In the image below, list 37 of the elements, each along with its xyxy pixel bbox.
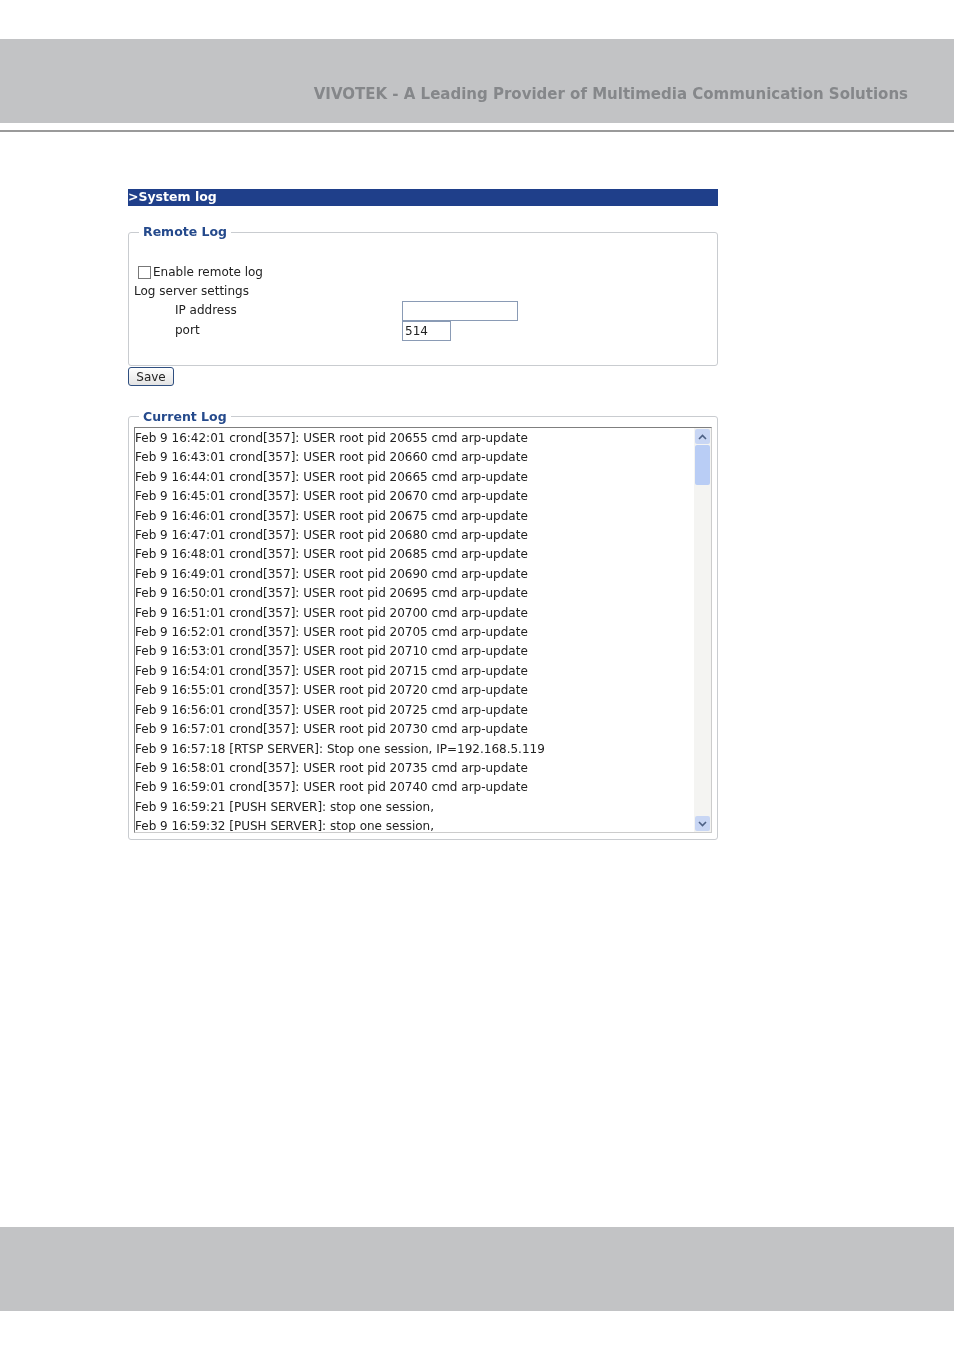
- log-line: Feb 9 16:54:01 crond[357]: USER root pid 20715 cmd arp-update: [135, 662, 528, 680]
- text-field[interactable]: [402, 301, 518, 321]
- checkbox-label: Enable remote log: [153, 264, 263, 281]
- log-line: Feb 9 16:47:01 crond[357]: USER root pid 20680 cmd arp-update: [135, 527, 528, 545]
- field-label: port: [175, 322, 201, 339]
- group-legend: Current Log: [139, 409, 231, 425]
- log-line: Feb 9 16:42:01 crond[357]: USER root pid 20655 cmd arp-update: [135, 430, 528, 447]
- log-line: Feb 9 16:53:01 crond[357]: USER root pid 20710 cmd arp-update: [135, 643, 528, 661]
- log-line: Feb 9 16:50:01 crond[357]: USER root pid 20695 cmd arp-update: [135, 585, 528, 603]
- scroll-up-icon[interactable]: [695, 429, 710, 444]
- log-line: Feb 9 16:59:21 [PUSH SERVER]: stop one session,: [135, 798, 435, 816]
- settings-label: Log server settings: [134, 283, 250, 300]
- log-line: Feb 9 16:57:01 crond[357]: USER root pid 20730 cmd arp-update: [135, 721, 528, 739]
- field-label: IP address: [175, 302, 238, 319]
- group-legend: Remote Log: [139, 224, 232, 240]
- log-line: Feb 9 16:59:01 crond[357]: USER root pid 20740 cmd arp-update: [135, 779, 528, 797]
- log-line: Feb 9 16:46:01 crond[357]: USER root pid 20675 cmd arp-update: [135, 507, 528, 525]
- log-line: Feb 9 16:45:01 crond[357]: USER root pid 20670 cmd arp-update: [135, 488, 528, 506]
- save-button[interactable]: Save: [128, 367, 174, 386]
- log-line: Feb 9 16:51:01 crond[357]: USER root pid 20700 cmd arp-update: [135, 604, 528, 622]
- scroll-down-icon[interactable]: [695, 816, 710, 831]
- log-line: Feb 9 16:58:01 crond[357]: USER root pid 20735 cmd arp-update: [135, 759, 528, 777]
- log-line: Feb 9 16:56:01 crond[357]: USER root pid 20725 cmd arp-update: [135, 701, 528, 719]
- text-field[interactable]: 514: [402, 321, 451, 341]
- header-tagline: VIVOTEK - A Leading Provider of Multimedia Communication Solutions: [313, 83, 908, 105]
- log-line: Feb 9 16:44:01 crond[357]: USER root pid 20665 cmd arp-update: [135, 468, 528, 486]
- scrollbar[interactable]: [694, 428, 711, 832]
- section-title: >System log: [128, 191, 217, 204]
- log-line: Feb 9 16:43:01 crond[357]: USER root pid 20660 cmd arp-update: [135, 449, 528, 467]
- log-line: Feb 9 16:57:18 [RTSP SERVER]: Stop one session, IP=192.168.5.119: [135, 740, 545, 758]
- log-line: Feb 9 16:52:01 crond[357]: USER root pid 20705 cmd arp-update: [135, 624, 528, 642]
- enable-checkbox[interactable]: [138, 265, 151, 279]
- log-line: Feb 9 16:49:01 crond[357]: USER root pid 20690 cmd arp-update: [135, 565, 528, 583]
- scroll-thumb[interactable]: [695, 445, 710, 485]
- log-line: Feb 9 16:48:01 crond[357]: USER root pid 20685 cmd arp-update: [135, 546, 528, 564]
- log-line: Feb 9 16:55:01 crond[357]: USER root pid 20720 cmd arp-update: [135, 682, 528, 700]
- log-line: Feb 9 16:59:32 [PUSH SERVER]: stop one session,: [135, 818, 435, 832]
